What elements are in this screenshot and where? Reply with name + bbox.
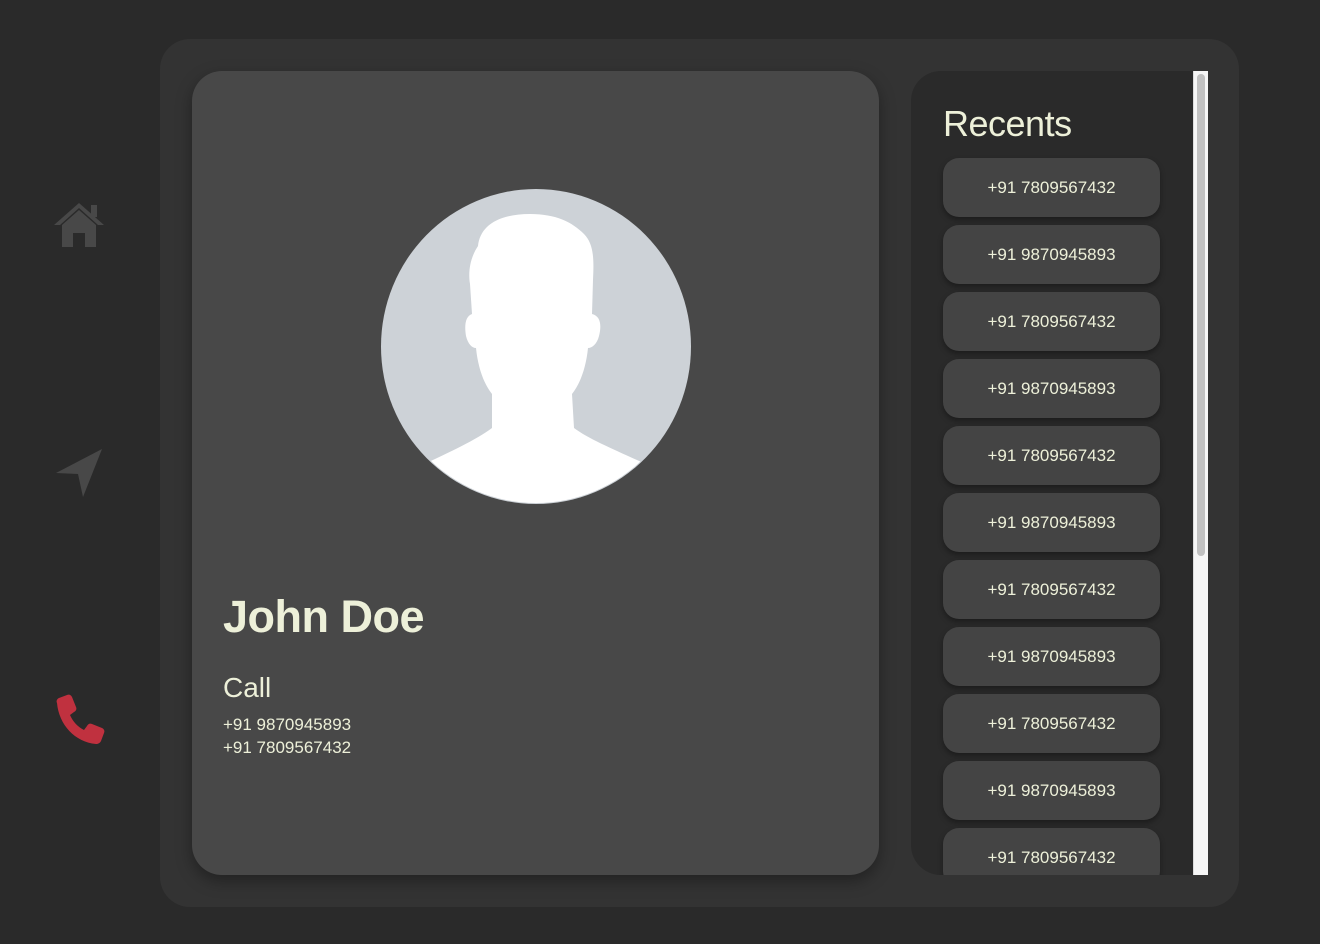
navigation-arrow-icon	[56, 449, 102, 497]
recent-call-item[interactable]: +91 7809567432	[943, 828, 1160, 875]
sidebar-nav	[0, 0, 160, 944]
recents-title: Recents	[943, 103, 1072, 144]
recent-call-item[interactable]: +91 9870945893	[943, 359, 1160, 418]
recents-panel: Recents +91 7809567432 +91 9870945893 +9…	[911, 71, 1207, 875]
recent-call-item[interactable]: +91 7809567432	[943, 426, 1160, 485]
nav-call-button[interactable]	[52, 693, 106, 747]
call-number[interactable]: +91 9870945893	[223, 713, 351, 736]
avatar-placeholder-icon	[381, 189, 691, 504]
recent-call-item[interactable]: +91 9870945893	[943, 493, 1160, 552]
nav-navigate-button[interactable]	[52, 445, 106, 499]
home-icon	[54, 203, 104, 247]
scrollbar-thumb[interactable]	[1197, 74, 1205, 556]
recent-call-item[interactable]: +91 7809567432	[943, 158, 1160, 217]
contact-card: John Doe Call +91 9870945893 +91 7809567…	[192, 71, 879, 875]
recents-scrollbar[interactable]	[1193, 71, 1208, 875]
recent-call-item[interactable]: +91 9870945893	[943, 761, 1160, 820]
recent-call-item[interactable]: +91 7809567432	[943, 560, 1160, 619]
recent-call-item[interactable]: +91 7809567432	[943, 694, 1160, 753]
call-number[interactable]: +91 7809567432	[223, 736, 351, 759]
nav-home-button[interactable]	[52, 197, 106, 251]
recents-list: +91 7809567432 +91 9870945893 +91 780956…	[943, 158, 1160, 875]
phone-icon	[56, 694, 105, 744]
call-number-list: +91 9870945893 +91 7809567432	[223, 713, 351, 759]
call-heading: Call	[223, 672, 272, 703]
contact-name: John Doe	[223, 591, 425, 642]
recent-call-item[interactable]: +91 7809567432	[943, 292, 1160, 351]
recent-call-item[interactable]: +91 9870945893	[943, 225, 1160, 284]
app-panel: John Doe Call +91 9870945893 +91 7809567…	[160, 39, 1239, 907]
recent-call-item[interactable]: +91 9870945893	[943, 627, 1160, 686]
